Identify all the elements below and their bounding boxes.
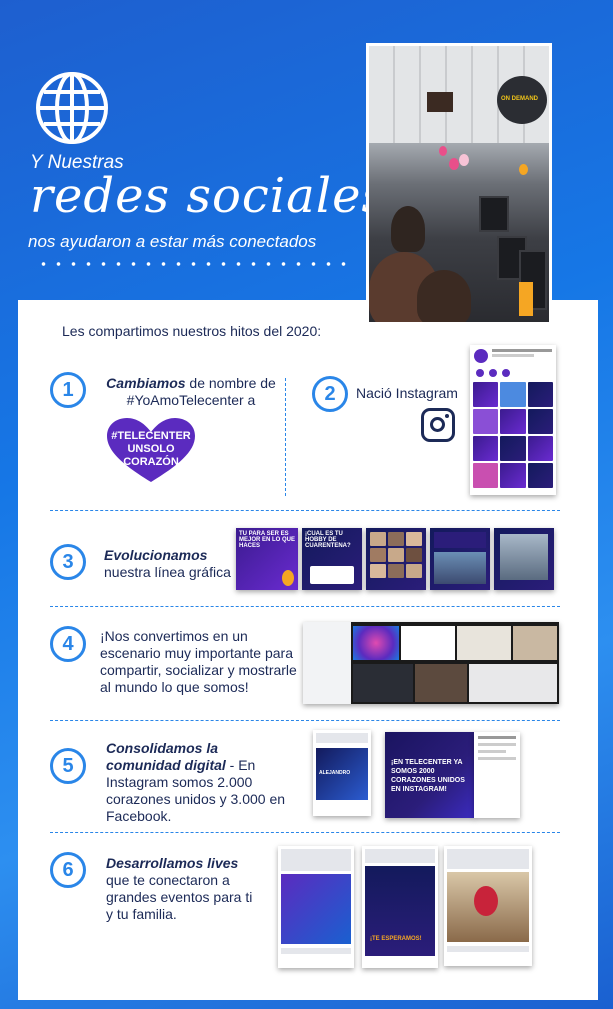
dotted-divider <box>36 261 346 267</box>
live-post-1 <box>278 846 354 968</box>
office-photo: ON DEMAND <box>366 43 552 325</box>
vertical-divider <box>285 378 286 496</box>
graphic-post-1: TU PARA SER ES MEJOR EN LO QUE HACES <box>236 528 298 590</box>
graphic-post-2: ¡CUAL ES TU HOBBY DE CUARENTENA? <box>302 528 362 590</box>
milestone-number-2: 2 <box>312 376 348 412</box>
live-post-2: ¡TE ESPERAMOS! <box>362 846 438 968</box>
section-divider-2 <box>50 606 560 607</box>
milestone-number-5: 5 <box>50 748 86 784</box>
heart-badge-text: #TELECENTER UNSOLO CORAZÓN <box>111 430 191 468</box>
milestone-number-3: 3 <box>50 544 86 580</box>
graphic-post-3 <box>366 528 426 590</box>
facebook-post-screenshot: ALEJANDRO <box>313 730 371 816</box>
milestone-text-2: Nació Instagram <box>356 385 458 401</box>
community-headline: ¡EN TELECENTER YA SOMOS 2000 CORAZONES U… <box>391 759 465 793</box>
video-call-collage <box>303 622 559 704</box>
hero-title: redes sociales <box>30 168 388 224</box>
facebook-comments-panel <box>474 732 520 818</box>
instagram-icon <box>421 408 455 442</box>
milestone-text-3: Evolucionamos nuestra línea gráfica <box>104 547 231 580</box>
milestone-number-6: 6 <box>50 852 86 888</box>
live-post-cta: ¡TE ESPERAMOS! <box>370 936 422 942</box>
milestone-number-4: 4 <box>50 626 86 662</box>
community-name: ALEJANDRO <box>319 770 351 776</box>
graphic-post-4 <box>430 528 490 590</box>
globe-icon <box>36 72 108 144</box>
section-divider-1 <box>50 510 560 511</box>
section-divider-3 <box>50 720 560 721</box>
hero-subtitle: nos ayudaron a estar más conectados <box>28 232 317 251</box>
milestone-text-1: Cambiamos de nombre de #YoAmoTelecenter … <box>106 375 276 408</box>
photo-banner: ON DEMAND <box>501 96 538 102</box>
community-graphic: ¡EN TELECENTER YA SOMOS 2000 CORAZONES U… <box>385 732 475 818</box>
intro-text: Les compartimos nuestros hitos del 2020: <box>62 323 322 339</box>
graphic-post-5 <box>494 528 554 590</box>
milestone-text-6: Desarrollamos lives que te conectaron a … <box>106 855 253 922</box>
milestone-text-4: ¡Nos convertimos en un escenario muy imp… <box>100 628 297 695</box>
milestone-number-1: 1 <box>50 372 86 408</box>
section-divider-4 <box>50 832 560 833</box>
milestone-text-5: Consolidamos la comunidad digital - En I… <box>106 740 286 824</box>
live-post-3 <box>444 846 532 966</box>
instagram-profile-screenshot <box>470 345 556 495</box>
